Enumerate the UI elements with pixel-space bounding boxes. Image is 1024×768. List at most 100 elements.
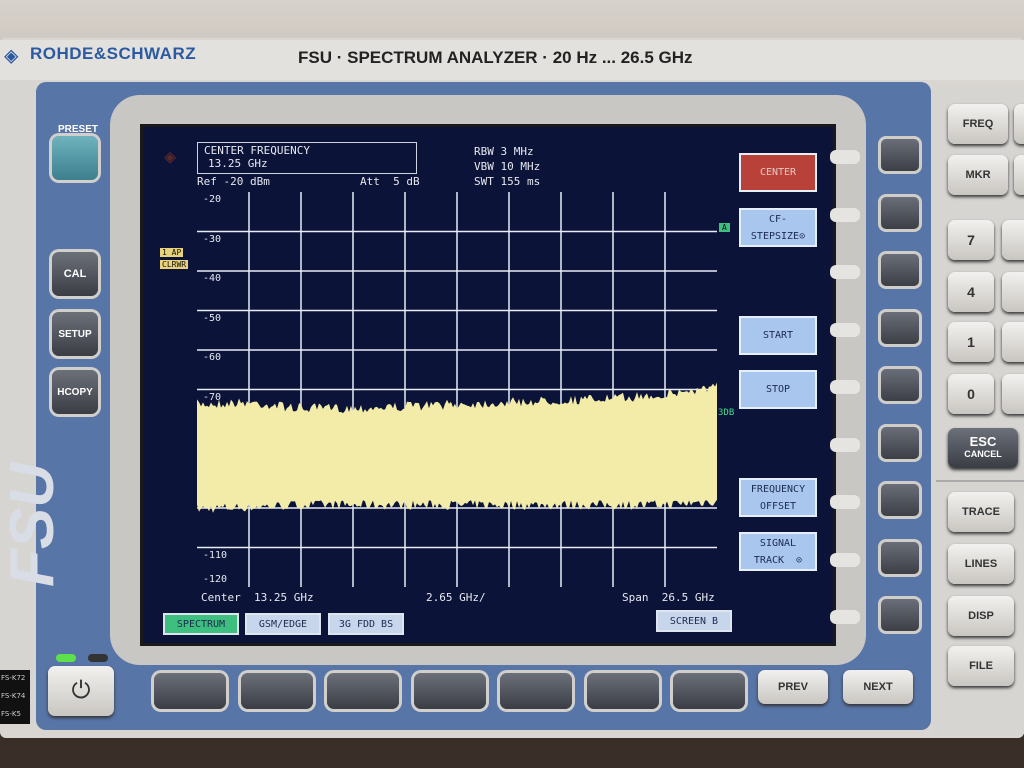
softkey-hardware-button[interactable] bbox=[878, 423, 922, 462]
bottom-softkey-button[interactable] bbox=[154, 673, 226, 709]
fsu-side-logo: FSU bbox=[0, 463, 67, 587]
key-1[interactable]: 1 bbox=[948, 322, 994, 362]
trace-label-2: CLRWR bbox=[160, 260, 189, 269]
softkey-start[interactable]: START bbox=[739, 316, 817, 355]
y-tick-label: -50 bbox=[203, 312, 222, 324]
span-readout: Span 26.5 GHz bbox=[622, 591, 715, 604]
softkey-frequency-offset[interactable]: FREQUENCY OFFSET bbox=[739, 478, 817, 517]
file-button[interactable]: FILE bbox=[948, 646, 1014, 686]
softkey-hardware-button[interactable] bbox=[878, 193, 922, 232]
softkey-indicator bbox=[830, 150, 860, 164]
cal-button[interactable]: CAL bbox=[52, 252, 98, 296]
tab-3g-fdd-bs[interactable]: 3G FDD BS bbox=[328, 613, 404, 635]
esc-cancel-button[interactable]: ESC CANCEL bbox=[948, 428, 1018, 468]
attenuation: Att 5 dB bbox=[360, 175, 420, 188]
bottom-softkey-button[interactable] bbox=[327, 673, 399, 709]
bottom-softkey-button[interactable] bbox=[586, 673, 659, 709]
sweep-time: SWT 155 ms bbox=[474, 175, 541, 188]
ref-level: Ref -20 dBm bbox=[197, 175, 270, 188]
option-label: FS-K5 bbox=[0, 706, 30, 724]
key-partial[interactable] bbox=[1014, 155, 1024, 195]
tab-spectrum[interactable]: SPECTRUM bbox=[163, 613, 239, 635]
softkey-indicator bbox=[830, 207, 860, 222]
softkey-indicator bbox=[830, 610, 860, 624]
softkey-center[interactable]: CENTER bbox=[739, 153, 817, 192]
model-title: FSU · SPECTRUM ANALYZER · 20 Hz ... 26.5… bbox=[298, 48, 693, 67]
freq-button[interactable]: FREQ bbox=[948, 104, 1008, 144]
power-icon: ⏻ bbox=[71, 677, 91, 704]
background-wall bbox=[0, 0, 1024, 40]
bottom-softkey-button[interactable] bbox=[413, 673, 486, 709]
y-tick-label: -40 bbox=[203, 273, 222, 284]
cancel-label: CANCEL bbox=[964, 449, 1002, 459]
esc-label: ESC bbox=[969, 434, 997, 449]
power-button[interactable]: ⏻ bbox=[48, 666, 114, 716]
rs-watermark-icon: ◈ bbox=[164, 144, 177, 168]
marker-a: A bbox=[719, 223, 730, 232]
softkey-hardware-button[interactable] bbox=[878, 481, 922, 519]
spectrum-plot bbox=[197, 192, 717, 587]
center-readout: Center 13.25 GHz bbox=[201, 591, 314, 604]
y-tick-label: -60 bbox=[203, 352, 222, 363]
rbw: RBW 3 MHz bbox=[474, 145, 534, 158]
y-tick-label: -110 bbox=[203, 549, 228, 561]
power-led bbox=[56, 654, 76, 662]
key-0[interactable]: 0 bbox=[948, 374, 994, 414]
divider bbox=[936, 480, 1024, 482]
screen-b-button[interactable]: SCREEN B bbox=[656, 610, 732, 632]
softkey-hardware-button[interactable] bbox=[878, 366, 922, 404]
trace-button[interactable]: TRACE bbox=[948, 492, 1014, 532]
option-label: FS-K72 bbox=[0, 670, 30, 688]
softkey-indicator bbox=[830, 265, 860, 279]
lines-button[interactable]: LINES bbox=[948, 544, 1014, 584]
center-frequency-box: CENTER FREQUENCY 13.25 GHz bbox=[197, 142, 417, 174]
key-8[interactable] bbox=[1002, 220, 1024, 260]
y-tick-label: -20 bbox=[203, 194, 222, 205]
softkey-indicator bbox=[830, 552, 860, 567]
brand-logo: ROHDE&SCHWARZ bbox=[30, 44, 197, 63]
key-2[interactable] bbox=[1002, 322, 1024, 362]
key-partial[interactable] bbox=[1014, 104, 1024, 144]
preset-label: PRESET bbox=[58, 124, 99, 135]
hcopy-button[interactable]: HCOPY bbox=[52, 370, 98, 414]
bottom-softkey-button[interactable] bbox=[500, 673, 572, 709]
y-tick-label: -70 bbox=[203, 391, 222, 403]
disp-button[interactable]: DISP bbox=[948, 596, 1014, 636]
key-7[interactable]: 7 bbox=[948, 220, 994, 260]
softkey-signal-track[interactable]: SIGNAL TRACK ⊙ bbox=[739, 532, 817, 571]
softkey-stop[interactable]: STOP bbox=[739, 370, 817, 409]
prev-button[interactable]: PREV bbox=[758, 670, 828, 704]
softkey-indicator bbox=[830, 495, 860, 509]
softkey-hardware-button[interactable] bbox=[878, 251, 922, 289]
key-5[interactable] bbox=[1002, 272, 1024, 312]
left-panel bbox=[0, 82, 36, 722]
softkey-hardware-button[interactable] bbox=[878, 596, 922, 634]
y-tick-label: -30 bbox=[203, 233, 222, 245]
softkey-hardware-button[interactable] bbox=[878, 136, 922, 174]
per-div-readout: 2.65 GHz/ bbox=[426, 591, 486, 604]
option-label: FS-K74 bbox=[0, 688, 30, 706]
bottom-softkey-button[interactable] bbox=[240, 673, 313, 709]
y-tick-label: -120 bbox=[203, 574, 228, 585]
tab-gsm-edge[interactable]: GSM/EDGE bbox=[245, 613, 321, 635]
trace-label-1: 1 AP bbox=[160, 248, 184, 257]
key-dot[interactable] bbox=[1002, 374, 1024, 414]
softkey-indicator bbox=[830, 437, 860, 452]
next-button[interactable]: NEXT bbox=[843, 670, 913, 704]
cf-title: CENTER FREQUENCY bbox=[204, 144, 310, 157]
cf-value: 13.25 GHz bbox=[208, 157, 268, 170]
standby-led bbox=[88, 654, 108, 662]
preset-button[interactable] bbox=[52, 136, 98, 180]
setup-button[interactable]: SETUP bbox=[52, 312, 98, 356]
softkey-indicator bbox=[830, 322, 860, 337]
softkey-indicator bbox=[830, 380, 860, 394]
softkey-hardware-button[interactable] bbox=[878, 308, 922, 347]
vbw: VBW 10 MHz bbox=[474, 160, 541, 173]
mkr-button[interactable]: MKR bbox=[948, 155, 1008, 195]
softkey-hardware-button[interactable] bbox=[878, 538, 922, 577]
marker-3db: 3DB bbox=[718, 408, 735, 418]
bottom-softkey-button[interactable] bbox=[673, 673, 745, 709]
rs-logo-icon: ◈ bbox=[4, 41, 19, 69]
key-4[interactable]: 4 bbox=[948, 272, 994, 312]
softkey-cf-stepsize[interactable]: CF- STEPSIZE⊙ bbox=[739, 208, 817, 247]
